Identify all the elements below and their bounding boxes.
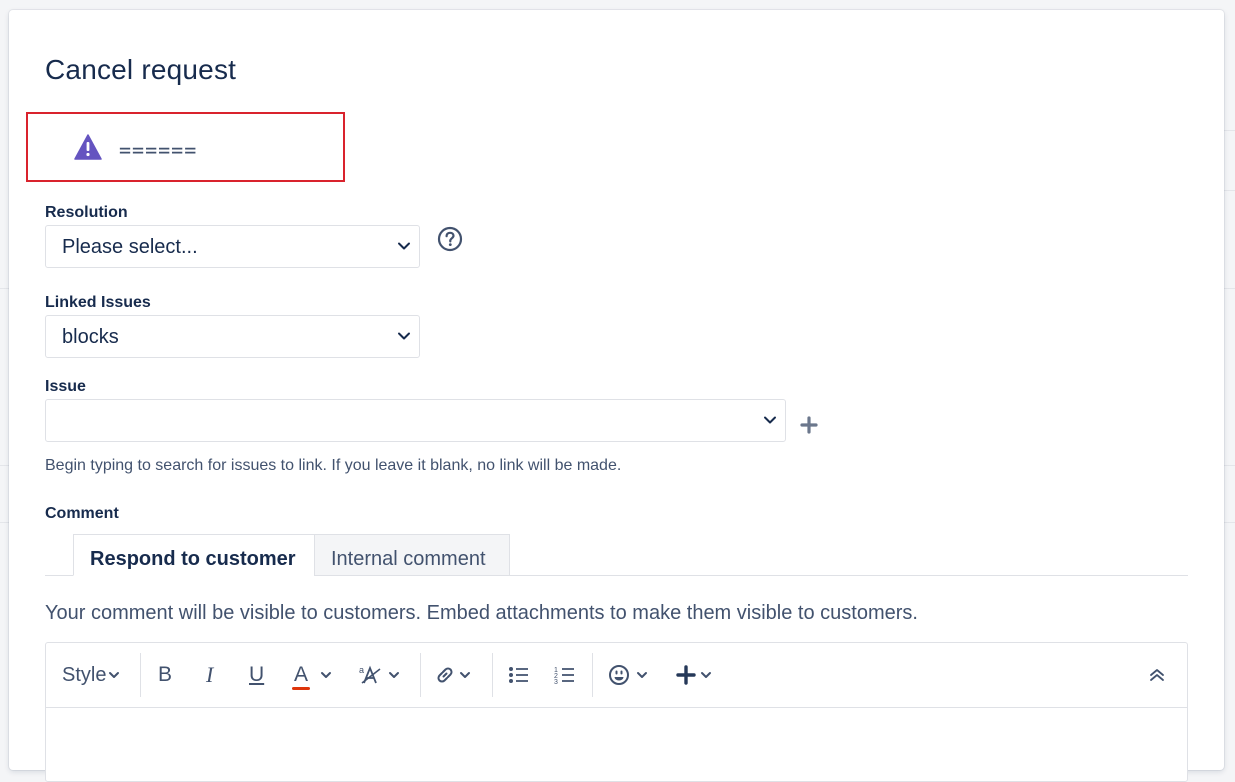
background-divider	[0, 288, 9, 289]
text-color-button[interactable]: A	[292, 643, 332, 707]
background-divider	[0, 465, 9, 466]
plus-icon[interactable]	[799, 415, 819, 435]
insert-button[interactable]	[676, 643, 712, 707]
bullet-list-button[interactable]	[508, 643, 530, 707]
cancel-request-dialog: Cancel request ====== Resolution Please …	[9, 10, 1224, 782]
style-dropdown[interactable]: Style	[62, 643, 120, 707]
resolution-selected-value: Please select...	[62, 236, 198, 258]
dialog-title: Cancel request	[45, 54, 237, 85]
resolution-select[interactable]: Please select...	[45, 225, 420, 268]
background-divider	[1224, 130, 1235, 131]
warning-text: ======	[119, 138, 198, 162]
bullet-list-icon	[509, 667, 528, 683]
plus-icon	[676, 665, 696, 685]
resolution-label: Resolution	[45, 204, 128, 221]
chevron-down-icon	[460, 672, 470, 678]
linked-issues-selected-value: blocks	[62, 326, 119, 348]
clear-formatting-icon: a	[359, 665, 381, 684]
tab-internal-comment[interactable]: Internal comment	[314, 534, 510, 576]
issue-picker[interactable]	[45, 399, 786, 442]
svg-text:3: 3	[554, 679, 558, 685]
chevron-down-icon	[701, 672, 711, 678]
background-divider	[1224, 288, 1235, 289]
editor-toolbar: Style B I U A a 1 2 3	[46, 643, 1187, 708]
issue-hint: Begin typing to search for issues to lin…	[45, 457, 622, 474]
italic-button[interactable]: I	[206, 643, 213, 707]
chevron-down-icon	[764, 416, 776, 424]
text-color-swatch	[292, 687, 311, 690]
bold-button[interactable]: B	[158, 643, 172, 707]
warning-message: ======	[26, 112, 345, 182]
chevron-down-icon	[637, 672, 647, 678]
background-divider	[0, 522, 9, 523]
toolbar-separator	[492, 653, 493, 697]
numbered-list-icon: 1 2 3	[554, 667, 574, 685]
link-button[interactable]	[433, 643, 471, 707]
warning-icon	[74, 134, 102, 160]
underline-icon: U	[249, 663, 265, 686]
background-divider	[1224, 190, 1235, 191]
chevron-down-icon	[389, 672, 399, 678]
numbered-list-button[interactable]: 1 2 3	[554, 643, 576, 707]
chevron-down-icon	[398, 242, 410, 250]
emoji-icon	[609, 665, 629, 685]
text-color-glyph: A	[294, 663, 309, 686]
bold-icon: B	[158, 663, 173, 686]
linked-issues-select[interactable]: blocks	[45, 315, 420, 358]
emoji-button[interactable]	[608, 643, 648, 707]
comment-editor[interactable]: Style B I U A a 1 2 3	[45, 642, 1188, 782]
help-icon[interactable]	[437, 226, 463, 252]
comment-label: Comment	[45, 505, 119, 522]
link-icon	[437, 667, 453, 683]
text-color-icon: A	[292, 663, 311, 690]
chevron-down-icon	[398, 332, 410, 340]
more-formatting-button[interactable]: a	[358, 643, 400, 707]
linked-issues-label: Linked Issues	[45, 294, 151, 311]
svg-text:a: a	[359, 665, 364, 675]
toolbar-separator	[592, 653, 593, 697]
chevron-down-icon	[109, 672, 120, 678]
issue-label: Issue	[45, 378, 86, 395]
toolbar-separator	[420, 653, 421, 697]
background-divider	[1224, 522, 1235, 523]
chevron-down-icon	[321, 672, 332, 678]
underline-button[interactable]: U	[249, 643, 264, 707]
background-divider	[1224, 465, 1235, 466]
tab-respond-to-customer[interactable]: Respond to customer	[73, 534, 315, 576]
comment-visibility-note: Your comment will be visible to customer…	[45, 602, 918, 624]
collapse-toolbar-button[interactable]	[1148, 643, 1166, 707]
italic-icon: I	[206, 662, 214, 687]
style-label: Style	[62, 663, 107, 686]
toolbar-separator	[140, 653, 141, 697]
chevron-double-up-icon	[1150, 669, 1164, 681]
